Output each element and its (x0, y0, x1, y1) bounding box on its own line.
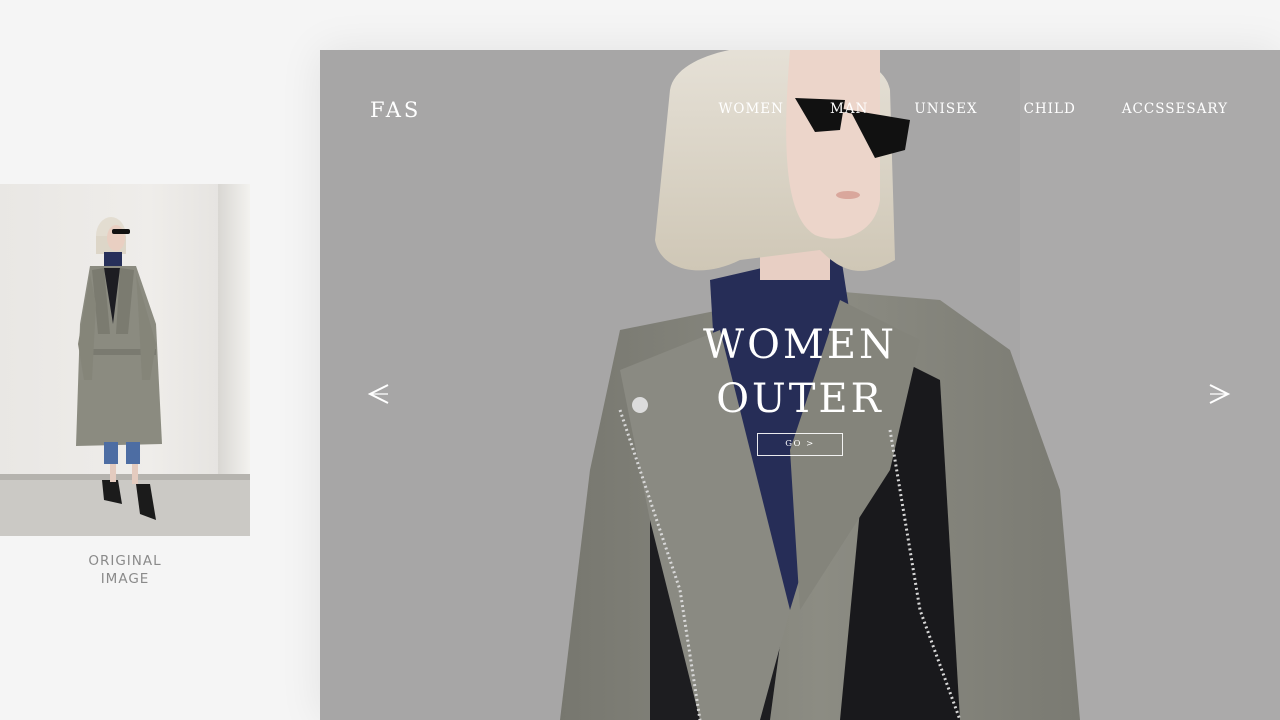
chevron-left-icon[interactable] (366, 382, 392, 406)
hero-title: WOMEN OUTER (700, 318, 900, 426)
original-image-thumbnail (0, 184, 250, 536)
nav-item-accessory[interactable]: ACCSSESARY (1122, 101, 1228, 117)
go-button[interactable]: GO > (757, 433, 843, 456)
model-figure-illustration (76, 217, 162, 520)
nav-item-man[interactable]: MAN (830, 101, 868, 117)
main-nav: WOMEN MAN UNISEX CHILD ACCSSESARY (673, 101, 1229, 117)
hero-title-line2: OUTER (716, 376, 884, 422)
preview-caption-line1: ORIGINAL (88, 553, 162, 569)
nav-item-women[interactable]: WOMEN (719, 101, 784, 117)
brand-logo[interactable]: FAS (370, 98, 421, 122)
preview-caption: ORIGINAL IMAGE (0, 552, 250, 588)
nav-item-unisex[interactable]: UNISEX (914, 101, 977, 117)
nav-item-child[interactable]: CHILD (1024, 101, 1076, 117)
hero-title-line1: WOMEN (702, 322, 898, 368)
chevron-right-icon[interactable] (1206, 382, 1232, 406)
page: ORIGINAL IMAGE FAS WOMEN MAN UNISEX CHIL… (0, 0, 1280, 720)
hero-banner: FAS WOMEN MAN UNISEX CHILD ACCSSESARY WO… (320, 50, 1280, 720)
preview-caption-line2: IMAGE (100, 571, 150, 587)
